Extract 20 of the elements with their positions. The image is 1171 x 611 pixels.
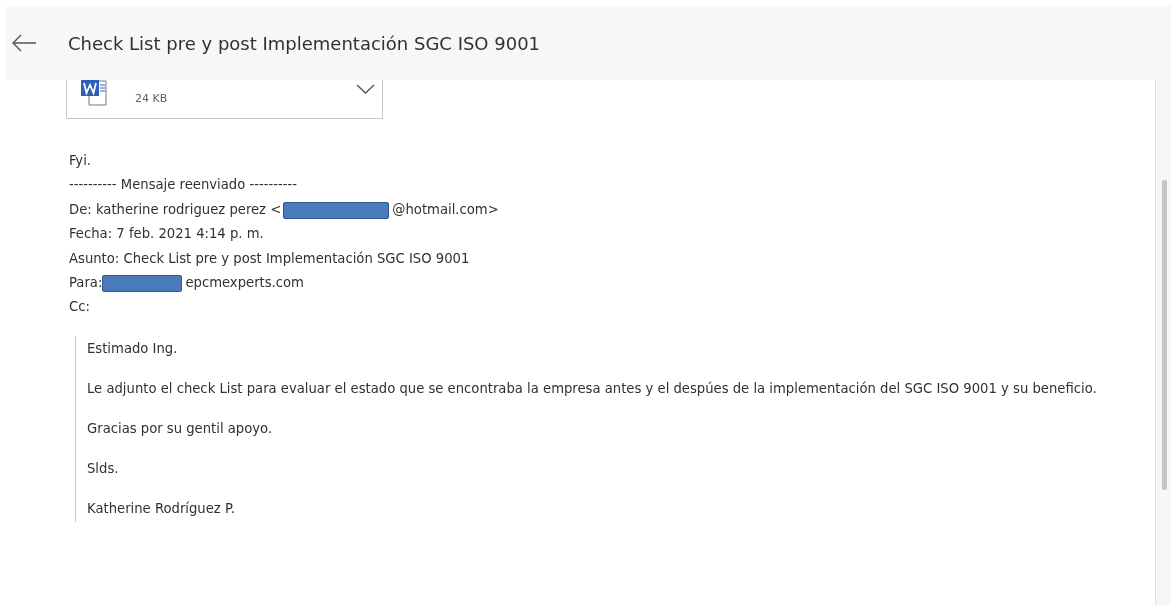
sender-text: De: katherine rodriguez perez <: [69, 200, 282, 219]
message-subject-title: Check List pre y post Implementación SGC ISO 9001: [68, 32, 541, 54]
date-text: Fecha: 7 feb. 2021 4:14 p. m.: [69, 225, 265, 244]
subject-text: Asunto: Check List pre y post Implementación SGC ISO 9001: [69, 249, 471, 268]
greeting-text: Fyi.: [69, 152, 93, 170]
message-paragraph: Slds.: [87, 459, 120, 478]
attachment-card[interactable]: 24 KB: [66, 80, 383, 119]
message-paragraph: Estimado Ing.: [87, 339, 179, 358]
file-size: 24 KB: [135, 92, 168, 105]
message-paragraph: Katherine Rodríguez P.: [87, 499, 237, 518]
chevron-down-icon[interactable]: [356, 84, 375, 94]
back-arrow-icon[interactable]: [11, 34, 37, 52]
scrollbar-thumb[interactable]: [1162, 180, 1167, 490]
message-paragraph: Gracias por su gentil apoyo.: [87, 419, 274, 438]
sender-email-domain: @hotmail.com>: [392, 200, 499, 219]
forward-separator: ---------- Mensaje reenviado ----------: [69, 176, 299, 195]
recipient-domain: epcmexperts.com: [185, 274, 304, 293]
message-paragraph: Le adjunto el check List para evaluar el estado que se encontraba la empresa antes y el despúes de la implementación del SGC ISO 9001 y su beneficio.: [87, 379, 1098, 398]
cc-label: Cc:: [69, 298, 91, 317]
recipient-label: Para:: [69, 274, 103, 293]
